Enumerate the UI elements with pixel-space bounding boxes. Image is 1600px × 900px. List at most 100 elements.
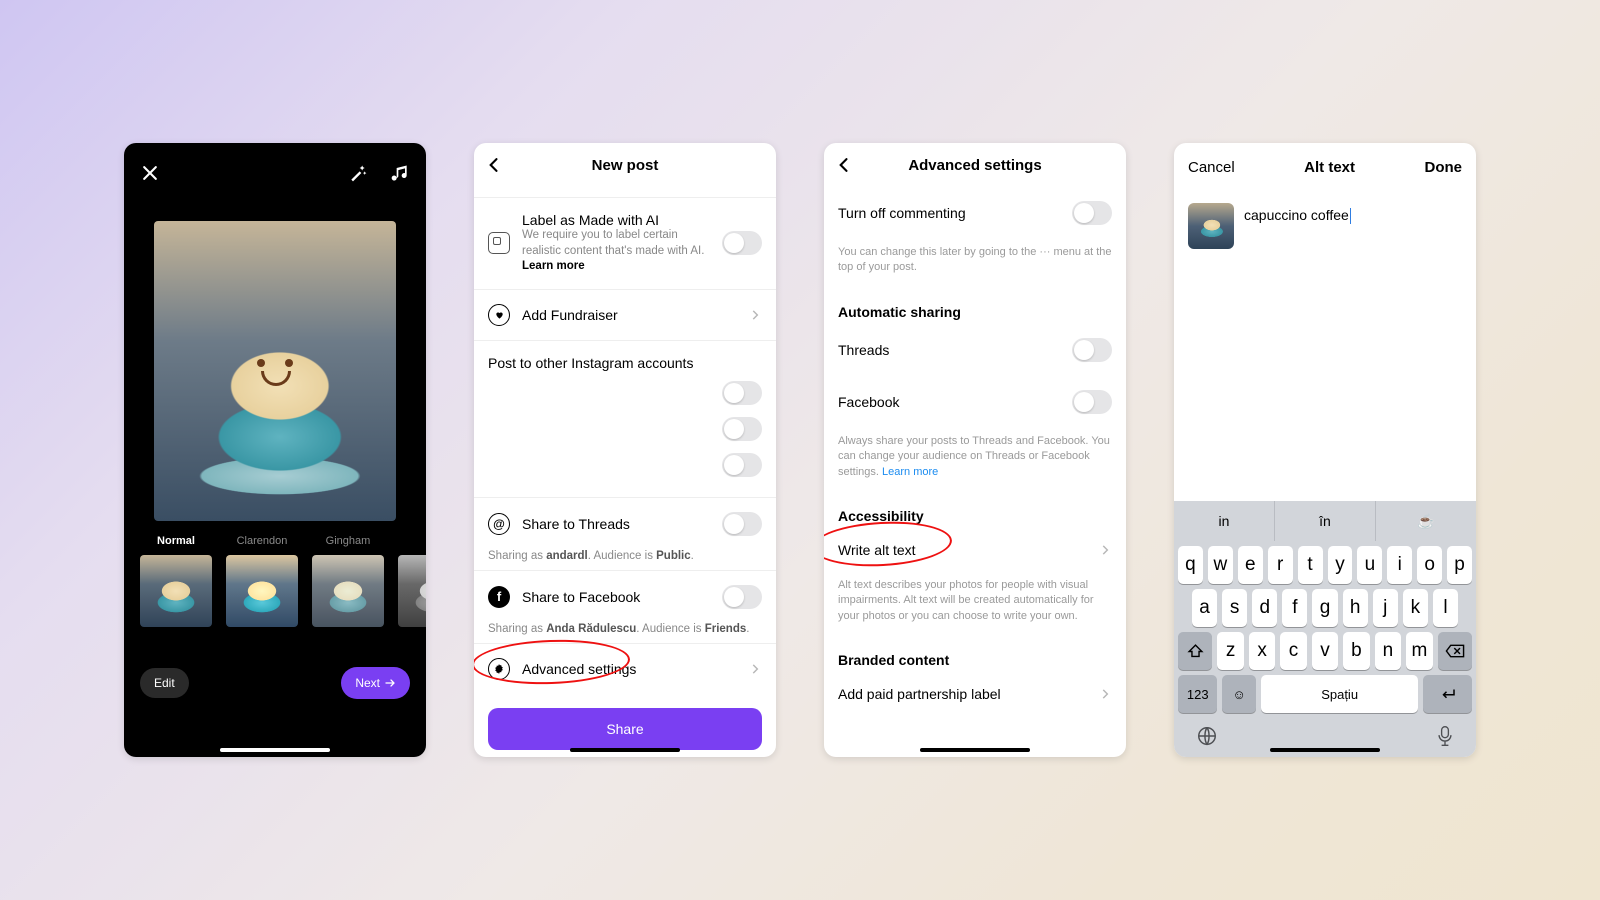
suggestion-3[interactable]: ☕ <box>1375 501 1476 541</box>
screen-advanced-settings: Advanced settings Turn off commenting Yo… <box>824 143 1126 757</box>
keyboard-suggestions[interactable]: in în ☕ <box>1174 501 1476 541</box>
space-key[interactable]: Spațiu <box>1261 675 1419 713</box>
key-p[interactable]: p <box>1447 546 1472 584</box>
key-w[interactable]: w <box>1208 546 1233 584</box>
threads-icon: @ <box>488 513 510 535</box>
row-advanced-settings[interactable]: Advanced settings <box>474 643 776 694</box>
facebook-auto-toggle[interactable] <box>1072 390 1112 414</box>
key-f[interactable]: f <box>1282 589 1307 627</box>
back-icon[interactable] <box>484 155 504 175</box>
screen-alt-text: Cancel Alt text Done capuccino coffee in… <box>1174 143 1476 757</box>
key-g[interactable]: g <box>1312 589 1337 627</box>
account-toggle-1[interactable] <box>722 381 762 405</box>
filter-thumb <box>312 555 384 627</box>
page-title: Alt text <box>1304 159 1355 176</box>
key-n[interactable]: n <box>1375 632 1401 670</box>
numbers-key[interactable]: 123 <box>1178 675 1217 713</box>
ai-label-title: Label as Made with AI <box>522 212 710 228</box>
edit-button[interactable]: Edit <box>140 668 189 698</box>
globe-icon[interactable] <box>1196 725 1218 747</box>
ai-learn-more-link[interactable]: Learn more <box>522 260 585 272</box>
next-button[interactable]: Next <box>341 667 410 699</box>
screen-filter: Normal Clarendon Gingham Mo Edit Next <box>124 143 426 757</box>
filter-strip[interactable]: Normal Clarendon Gingham Mo <box>124 521 426 627</box>
key-i[interactable]: i <box>1387 546 1412 584</box>
turnoff-note: You can change this later by going to th… <box>824 239 1126 290</box>
gear-icon <box>488 658 510 680</box>
alt-text-input[interactable]: capuccino coffee <box>1244 203 1351 224</box>
key-s[interactable]: s <box>1222 589 1247 627</box>
write-alt-label: Write alt text <box>838 542 1086 558</box>
magic-wand-icon[interactable] <box>348 163 368 183</box>
key-a[interactable]: a <box>1192 589 1217 627</box>
suggestion-1[interactable]: in <box>1174 501 1274 541</box>
row-ai-label[interactable]: Label as Made with AI We require you to … <box>474 197 776 289</box>
key-q[interactable]: q <box>1178 546 1203 584</box>
alt-text-value: capuccino coffee <box>1244 207 1349 223</box>
key-e[interactable]: e <box>1238 546 1263 584</box>
key-u[interactable]: u <box>1357 546 1382 584</box>
alt-note: Alt text describes your photos for peopl… <box>824 572 1126 638</box>
done-button[interactable]: Done <box>1424 159 1462 176</box>
threads-auto-toggle[interactable] <box>1072 338 1112 362</box>
commenting-toggle[interactable] <box>1072 201 1112 225</box>
key-h[interactable]: h <box>1343 589 1368 627</box>
back-icon[interactable] <box>834 155 854 175</box>
key-x[interactable]: x <box>1249 632 1275 670</box>
keyboard-row-2: asdfghjkl <box>1174 584 1476 627</box>
key-o[interactable]: o <box>1417 546 1442 584</box>
emoji-key[interactable]: ☺ <box>1222 675 1255 713</box>
account-toggle-2[interactable] <box>722 417 762 441</box>
row-write-alt-text[interactable]: Write alt text <box>824 528 1126 572</box>
ai-label-sub: We require you to label certain realisti… <box>522 229 704 257</box>
backspace-key[interactable] <box>1438 632 1472 670</box>
home-indicator <box>1270 748 1380 752</box>
cancel-button[interactable]: Cancel <box>1188 159 1235 176</box>
key-c[interactable]: c <box>1280 632 1306 670</box>
threads-label: Threads <box>838 342 1060 358</box>
key-b[interactable]: b <box>1343 632 1369 670</box>
key-l[interactable]: l <box>1433 589 1458 627</box>
row-fundraiser[interactable]: Add Fundraiser <box>474 289 776 340</box>
account-toggle-3[interactable] <box>722 453 762 477</box>
row-turnoff-commenting[interactable]: Turn off commenting <box>824 187 1126 239</box>
music-icon[interactable] <box>390 163 410 183</box>
row-share-threads[interactable]: @ Share to Threads <box>474 497 776 550</box>
facebook-label: Facebook <box>838 394 1060 410</box>
row-facebook[interactable]: Facebook <box>824 376 1126 428</box>
filter-gingham[interactable]: Gingham <box>312 535 384 627</box>
filter-label: Mo <box>398 535 426 549</box>
row-threads[interactable]: Threads <box>824 324 1126 376</box>
key-t[interactable]: t <box>1298 546 1323 584</box>
key-j[interactable]: j <box>1373 589 1398 627</box>
share-fb-label: Share to Facebook <box>522 589 710 605</box>
share-button[interactable]: Share <box>488 708 762 750</box>
key-v[interactable]: v <box>1312 632 1338 670</box>
threads-toggle[interactable] <box>722 512 762 536</box>
filter-more[interactable]: Mo <box>398 535 426 627</box>
shift-key[interactable] <box>1178 632 1212 670</box>
ai-toggle[interactable] <box>722 231 762 255</box>
key-z[interactable]: z <box>1217 632 1243 670</box>
suggestion-2[interactable]: în <box>1274 501 1375 541</box>
photo-preview[interactable] <box>154 221 396 521</box>
row-paid-partnership[interactable]: Add paid partnership label <box>824 672 1126 716</box>
keyboard[interactable]: in în ☕ qwertyuiop asdfghjkl zxcvbnm 123… <box>1174 501 1476 757</box>
key-r[interactable]: r <box>1268 546 1293 584</box>
key-y[interactable]: y <box>1328 546 1353 584</box>
mic-icon[interactable] <box>1436 725 1454 747</box>
filter-normal[interactable]: Normal <box>140 535 212 627</box>
next-label: Next <box>355 676 380 690</box>
filter-clarendon[interactable]: Clarendon <box>226 535 298 627</box>
key-k[interactable]: k <box>1403 589 1428 627</box>
key-m[interactable]: m <box>1406 632 1432 670</box>
row-share-facebook[interactable]: f Share to Facebook <box>474 570 776 623</box>
home-indicator <box>920 748 1030 752</box>
return-key[interactable] <box>1423 675 1472 713</box>
facebook-toggle[interactable] <box>722 585 762 609</box>
section-accessibility: Accessibility <box>824 494 1126 528</box>
auto-note: Always share your posts to Threads and F… <box>838 435 1110 478</box>
key-d[interactable]: d <box>1252 589 1277 627</box>
close-icon[interactable] <box>140 163 160 183</box>
auto-learn-more-link[interactable]: Learn more <box>882 466 938 478</box>
